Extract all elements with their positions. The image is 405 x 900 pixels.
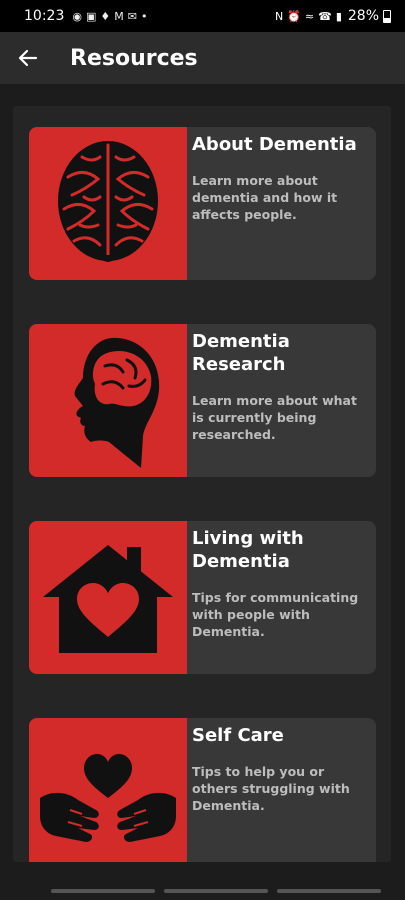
app-bar: Resources bbox=[0, 32, 405, 84]
messenger-icon: ◉ bbox=[72, 9, 82, 23]
card-description: Learn more about what is currently being… bbox=[192, 393, 357, 442]
card-body: Dementia Research Learn more about what … bbox=[187, 324, 376, 477]
card-about-dementia[interactable]: About Dementia Learn more about dementia… bbox=[29, 127, 376, 280]
card-image bbox=[29, 521, 187, 674]
house-heart-icon bbox=[43, 544, 173, 653]
signal-icon: ▮ bbox=[335, 9, 342, 23]
home-button[interactable] bbox=[164, 889, 268, 893]
head-profile-brain-icon bbox=[74, 337, 160, 468]
card-description: Tips to help you or others struggling wi… bbox=[192, 764, 350, 813]
snapchat-icon: ♦ bbox=[100, 9, 111, 23]
battery-icon bbox=[383, 9, 391, 23]
status-bar: 10:23 ◉ ▣ ♦ M ✉ • N ⏰ ≈ ☎ ▮ 28% bbox=[0, 0, 405, 32]
hands-heart-icon bbox=[40, 754, 176, 842]
card-living-with-dementia[interactable]: Living with Dementia Tips for communicat… bbox=[29, 521, 376, 674]
mail-icon: ✉ bbox=[127, 9, 137, 23]
card-body: Living with Dementia Tips for communicat… bbox=[187, 521, 376, 674]
resources-list[interactable]: About Dementia Learn more about dementia… bbox=[13, 106, 391, 862]
card-title: Living with Dementia bbox=[192, 528, 304, 572]
recent-apps-button[interactable] bbox=[51, 889, 155, 893]
battery-level: 28% bbox=[347, 8, 379, 24]
card-self-care[interactable]: Self Care Tips to help you or others str… bbox=[29, 718, 376, 862]
brain-icon bbox=[58, 140, 158, 262]
system-back-button[interactable] bbox=[277, 889, 381, 893]
card-title: Self Care bbox=[192, 725, 284, 746]
card-body: Self Care Tips to help you or others str… bbox=[187, 718, 376, 862]
card-description: Tips for communicating with people with … bbox=[192, 590, 359, 639]
dot-icon: • bbox=[140, 9, 148, 23]
card-image bbox=[29, 324, 187, 477]
gmail-icon: M bbox=[114, 9, 124, 23]
status-time: 10:23 bbox=[24, 8, 65, 24]
instagram-icon: ▣ bbox=[85, 9, 97, 23]
card-description: Learn more about dementia and how it aff… bbox=[192, 173, 338, 222]
page-title: Resources bbox=[70, 45, 198, 71]
card-image bbox=[29, 718, 187, 862]
system-icons: N ⏰ ≈ ☎ ▮ 28% bbox=[275, 8, 391, 24]
system-nav-bar bbox=[0, 876, 405, 900]
notification-icons: ◉ ▣ ♦ M ✉ • bbox=[72, 10, 147, 23]
nfc-icon: N bbox=[274, 9, 284, 23]
card-image bbox=[29, 127, 187, 280]
card-dementia-research[interactable]: Dementia Research Learn more about what … bbox=[29, 324, 376, 477]
card-title: About Dementia bbox=[192, 134, 357, 155]
wifi-icon: ≈ bbox=[304, 9, 315, 23]
card-title: Dementia Research bbox=[192, 331, 290, 375]
arrow-left-icon bbox=[18, 49, 38, 67]
back-button[interactable] bbox=[0, 32, 56, 84]
card-body: About Dementia Learn more about dementia… bbox=[187, 127, 376, 280]
call-icon: ☎ bbox=[318, 9, 332, 23]
alarm-icon: ⏰ bbox=[287, 9, 301, 23]
